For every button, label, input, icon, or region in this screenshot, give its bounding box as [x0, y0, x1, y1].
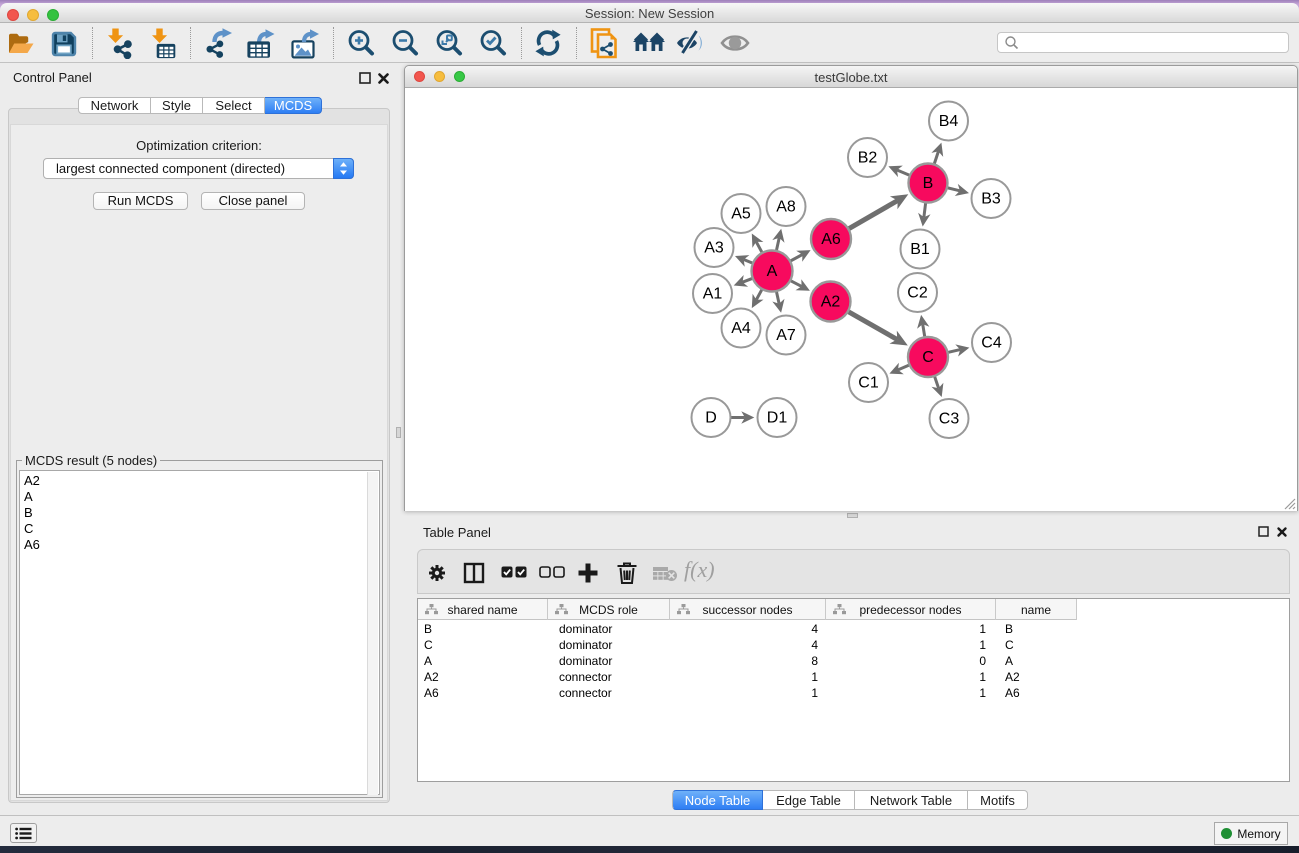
svg-text:B4: B4: [939, 113, 959, 130]
svg-text:A1: A1: [703, 286, 723, 303]
svg-text:A8: A8: [776, 199, 796, 216]
svg-text:D: D: [705, 410, 717, 427]
svg-text:A6: A6: [821, 231, 841, 248]
svg-text:A5: A5: [731, 206, 751, 223]
svg-text:C4: C4: [981, 335, 1002, 352]
svg-text:A2: A2: [821, 294, 841, 311]
svg-text:A3: A3: [704, 240, 724, 257]
svg-text:C1: C1: [858, 375, 879, 392]
svg-text:B3: B3: [981, 191, 1001, 208]
svg-text:B2: B2: [858, 150, 878, 167]
svg-text:D1: D1: [767, 410, 788, 427]
svg-text:A: A: [767, 263, 778, 280]
svg-text:B1: B1: [910, 241, 930, 258]
svg-text:C: C: [922, 349, 934, 366]
svg-text:B: B: [923, 175, 934, 192]
svg-text:A4: A4: [731, 320, 751, 337]
svg-text:C2: C2: [907, 285, 928, 302]
svg-text:C3: C3: [939, 411, 960, 428]
svg-text:A7: A7: [776, 327, 796, 344]
